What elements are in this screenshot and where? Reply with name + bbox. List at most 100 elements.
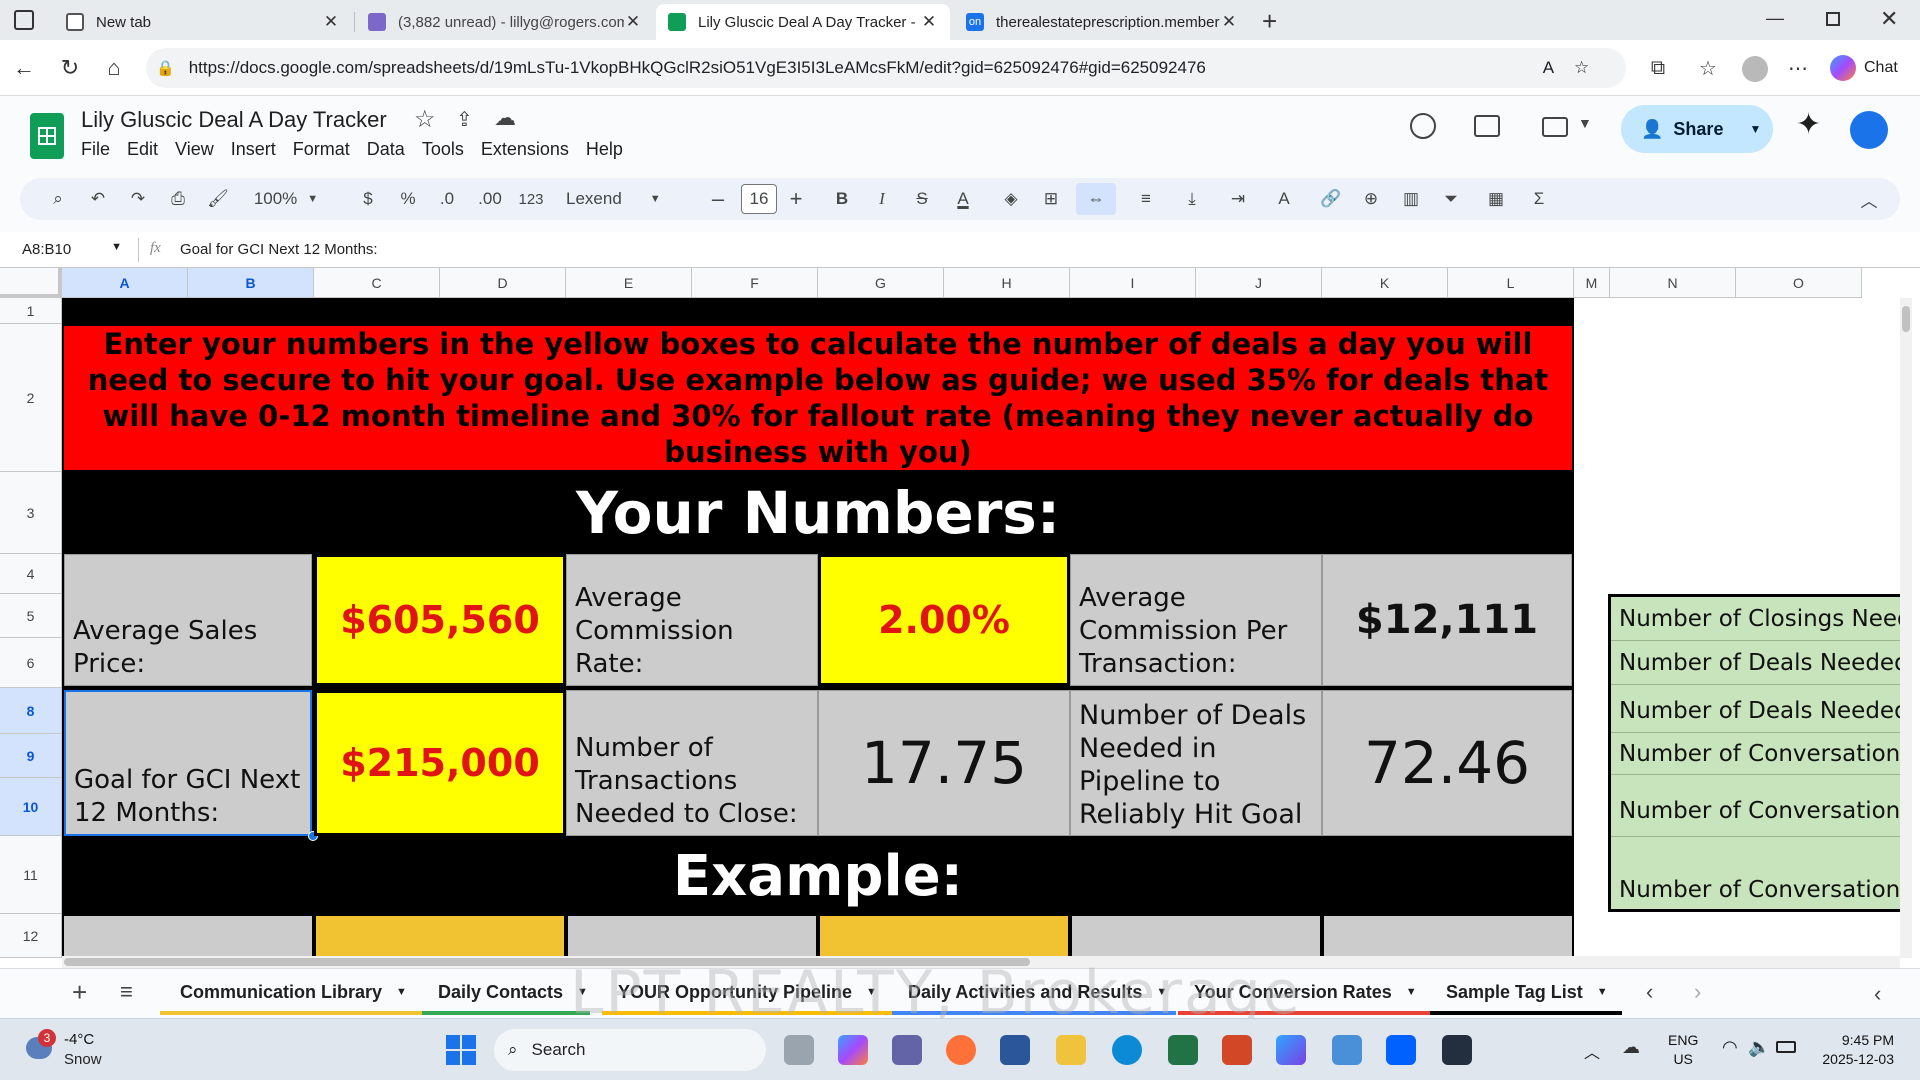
cloud-status-icon[interactable]: ☁ [494, 105, 516, 131]
avg-commission-rate-input[interactable]: 2.00% [818, 554, 1070, 686]
column-header-f[interactable]: F [692, 268, 818, 298]
align-vertical-icon[interactable]: ⤓ [1172, 178, 1212, 220]
transactions-needed-value[interactable]: 17.75 [818, 690, 1070, 836]
reload-button[interactable]: ↻ [52, 50, 88, 86]
transactions-needed-label[interactable]: Number of Transactions Needed to Close: [566, 690, 818, 836]
font-size-input[interactable]: 16 [738, 178, 780, 220]
row-header-12[interactable]: 12 [0, 914, 62, 958]
insert-link-icon[interactable]: 🔗 [1316, 178, 1346, 220]
clock[interactable]: 9:45 PM 2025-12-03 [1814, 1031, 1894, 1069]
deals-needed-label[interactable]: Number of Deals Needed [1611, 685, 1901, 733]
row-header-1[interactable]: 1 [0, 298, 62, 324]
side-panel-toggle-icon[interactable]: ‹ [1874, 981, 1881, 1007]
move-icon[interactable]: ⇪ [456, 107, 473, 132]
italic-button[interactable]: I [868, 178, 896, 220]
gci-goal-label[interactable]: Goal for GCI Next 12 Months: [64, 690, 312, 836]
number-format-button[interactable]: 123 [514, 178, 548, 220]
insert-chart-icon[interactable]: ▥ [1396, 178, 1426, 220]
new-tab-button[interactable]: + [1262, 6, 1277, 37]
align-horizontal-icon[interactable]: ≡ [1126, 178, 1166, 220]
sheets-logo-icon[interactable] [30, 113, 64, 159]
profile-icon[interactable] [1742, 56, 1768, 82]
column-header-m[interactable]: M [1574, 268, 1610, 298]
share-dropdown-icon[interactable]: ▼ [1749, 122, 1761, 136]
name-box[interactable]: A8:B10 ▼ [22, 241, 122, 258]
text-rotation-icon[interactable]: A [1264, 178, 1304, 220]
column-header-a[interactable]: A [62, 268, 188, 298]
formula-input[interactable]: Goal for GCI Next 12 Months: [180, 241, 1880, 258]
strikethrough-button[interactable]: S [908, 178, 936, 220]
battery-icon[interactable] [1776, 1041, 1796, 1053]
row-header-9[interactable]: 9 [0, 734, 62, 778]
excel-icon[interactable] [1168, 1035, 1198, 1065]
avg-commission-per-transaction-label[interactable]: Average Commission Per Transaction: [1070, 554, 1322, 686]
fill-color-icon[interactable]: ◈ [996, 178, 1026, 220]
functions-icon[interactable]: Σ [1524, 178, 1554, 220]
zoom-select[interactable]: 100% ▼ [246, 178, 326, 220]
menu-help[interactable]: Help [586, 139, 623, 160]
print-icon[interactable]: ⎙ [164, 178, 192, 220]
avg-commission-rate-label[interactable]: Average Commission Rate: [566, 554, 818, 686]
store-icon[interactable] [1332, 1035, 1362, 1065]
extensions-icon[interactable]: ⧉ [1640, 50, 1676, 86]
version-history-icon[interactable] [1410, 113, 1436, 139]
menu-tools[interactable]: Tools [422, 139, 464, 160]
close-icon[interactable]: ✕ [624, 12, 642, 32]
all-sheets-button[interactable]: ≡ [120, 979, 133, 1005]
filter-icon[interactable]: ⏷ [1436, 178, 1466, 220]
paint-format-icon[interactable]: 🖌 [204, 178, 232, 220]
onedrive-icon[interactable]: ☁ [1622, 1037, 1640, 1058]
more-icon[interactable]: ⋯ [1780, 50, 1816, 86]
menu-file[interactable]: File [81, 139, 110, 160]
close-icon[interactable]: ✕ [920, 12, 938, 32]
decrease-decimal-button[interactable]: .0 [432, 178, 462, 220]
back-button[interactable]: ← [6, 50, 42, 86]
row-header-8[interactable]: 8 [0, 688, 62, 734]
column-header-b[interactable]: B [188, 268, 314, 298]
wifi-icon[interactable]: ◠ [1722, 1037, 1738, 1058]
menu-extensions[interactable]: Extensions [481, 139, 569, 160]
folder-icon[interactable] [1056, 1035, 1086, 1065]
instructions-banner[interactable]: Enter your numbers in the yellow boxes t… [64, 326, 1572, 470]
column-header-k[interactable]: K [1322, 268, 1448, 298]
column-header-d[interactable]: D [440, 268, 566, 298]
copilot-chat-button[interactable]: Chat [1830, 52, 1898, 84]
percent-format-button[interactable]: % [396, 178, 420, 220]
deals-in-pipeline-label[interactable]: Number of Deals Needed in Pipeline to Re… [1070, 690, 1322, 836]
show-hidden-icons[interactable]: ︿ [1584, 1039, 1600, 1063]
address-bar[interactable]: 🔒 https://docs.google.com/spreadsheets/d… [146, 48, 1626, 88]
decrease-font-size-button[interactable]: – [704, 178, 732, 220]
conversations-needed-label[interactable]: Number of Conversations [1611, 775, 1901, 837]
column-header-c[interactable]: C [314, 268, 440, 298]
row-header-11[interactable]: 11 [0, 836, 62, 914]
close-window-button[interactable]: ✕ [1880, 6, 1898, 32]
closings-needed-label[interactable]: Number of Closings Need [1611, 597, 1901, 641]
sheet-tab-daily-contacts[interactable]: Daily Contacts ▼ [422, 969, 590, 1015]
comments-icon[interactable] [1474, 115, 1500, 137]
menu-data[interactable]: Data [367, 139, 405, 160]
column-header-j[interactable]: J [1196, 268, 1322, 298]
copilot-icon[interactable] [838, 1035, 868, 1065]
scroll-tabs-right-icon[interactable]: › [1694, 979, 1701, 1005]
close-icon[interactable]: ✕ [322, 12, 340, 32]
close-icon[interactable]: ✕ [1220, 12, 1238, 32]
share-button[interactable]: 👤 Share ▼ [1621, 105, 1773, 153]
menu-insert[interactable]: Insert [231, 139, 276, 160]
avg-commission-per-transaction-value[interactable]: $12,111 [1322, 554, 1572, 686]
column-header-i[interactable]: I [1070, 268, 1196, 298]
browser-tab-sheets[interactable]: Lily Gluscic Deal A Day Tracker - Google… [656, 4, 950, 40]
avg-sales-price-input[interactable]: $605,560 [314, 554, 566, 686]
example-heading[interactable]: Example: [64, 838, 1572, 914]
chevron-down-icon[interactable]: ▼ [1578, 115, 1592, 131]
star-icon[interactable]: ☆ [414, 105, 436, 134]
row-header-5[interactable]: 5 [0, 594, 62, 638]
increase-font-size-button[interactable]: + [782, 178, 810, 220]
volume-icon[interactable]: 🔈 [1748, 1037, 1770, 1058]
dropbox-icon[interactable] [1386, 1035, 1416, 1065]
amazon-icon[interactable] [1442, 1035, 1472, 1065]
firefox-icon[interactable] [946, 1035, 976, 1065]
text-color-button[interactable]: A [948, 178, 978, 220]
filter-views-icon[interactable]: ▦ [1476, 178, 1516, 220]
merge-cells-icon[interactable]: ⇔ [1076, 183, 1116, 215]
search-icon[interactable]: ⌕ [44, 178, 72, 220]
